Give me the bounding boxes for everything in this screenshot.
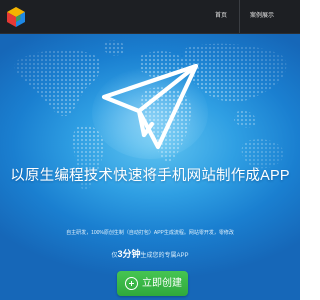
main-nav: 首页 案例展示 — [203, 0, 300, 33]
create-now-label: 立即创建 — [142, 278, 182, 289]
build-time-number: 3分钟 — [117, 249, 141, 259]
cube-logo-icon[interactable] — [6, 6, 26, 28]
build-time-tagline: 仅3分钟生成您的专属APP — [0, 247, 300, 260]
paper-plane-icon — [92, 63, 208, 159]
build-time-suffix: 生成您的专属APP — [140, 253, 189, 259]
nav-item-home[interactable]: 首页 — [203, 0, 240, 33]
plus-circle-icon — [125, 277, 138, 290]
top-navigation-bar: 首页 案例展示 — [0, 0, 300, 34]
page: 首页 案例展示 以原生编程技术快速将手机网站制作成APP 自主研发，100%原创… — [0, 0, 300, 300]
create-now-button[interactable]: 立即创建 — [117, 271, 188, 296]
hero-headline: 以原生编程技术快速将手机网站制作成APP — [10, 168, 290, 184]
nav-item-cases[interactable]: 案例展示 — [240, 0, 300, 33]
hero-description: 自主研发，100%原创生制（自动打包）APP生成流程。网站零开发，零修改 — [66, 230, 234, 236]
